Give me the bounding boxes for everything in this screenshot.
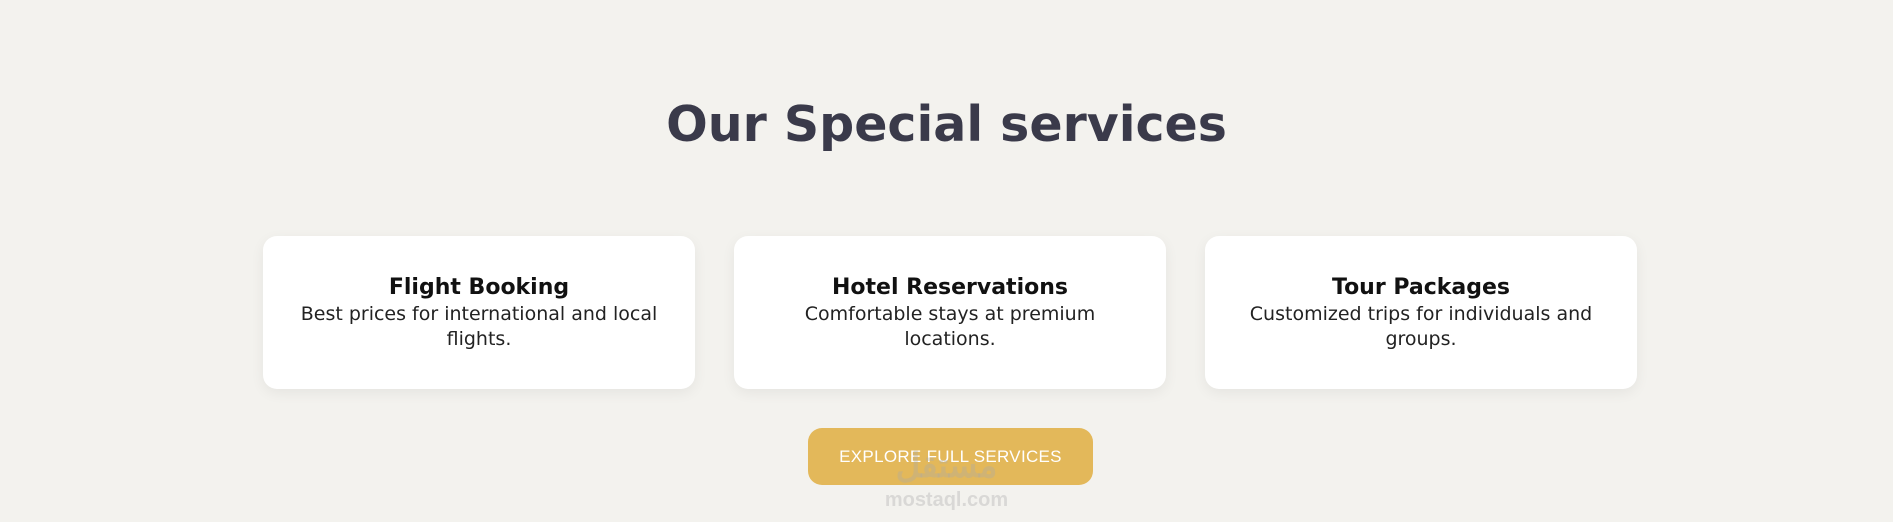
service-card-description: Customized trips for individuals and gro… bbox=[1249, 303, 1593, 350]
service-card-hotel-reservations: Hotel Reservations Comfortable stays at … bbox=[734, 236, 1166, 389]
section-title: Our Special services bbox=[666, 96, 1227, 153]
explore-full-services-button[interactable]: EXPLORE FULL SERVICES bbox=[808, 428, 1093, 485]
service-card-description: Comfortable stays at premium locations. bbox=[804, 303, 1096, 350]
service-card-title: Hotel Reservations bbox=[831, 275, 1068, 300]
watermark-url: mostaql.com bbox=[884, 489, 1009, 511]
service-card-flight-booking: Flight Booking Best prices for internati… bbox=[263, 236, 695, 389]
service-card-tour-packages: Tour Packages Customized trips for indiv… bbox=[1205, 236, 1637, 389]
service-card-title: Flight Booking bbox=[388, 275, 570, 300]
service-card-title: Tour Packages bbox=[1331, 275, 1511, 300]
services-grid: Flight Booking Best prices for internati… bbox=[263, 236, 1638, 389]
service-card-description: Best prices for international and local … bbox=[300, 303, 658, 350]
